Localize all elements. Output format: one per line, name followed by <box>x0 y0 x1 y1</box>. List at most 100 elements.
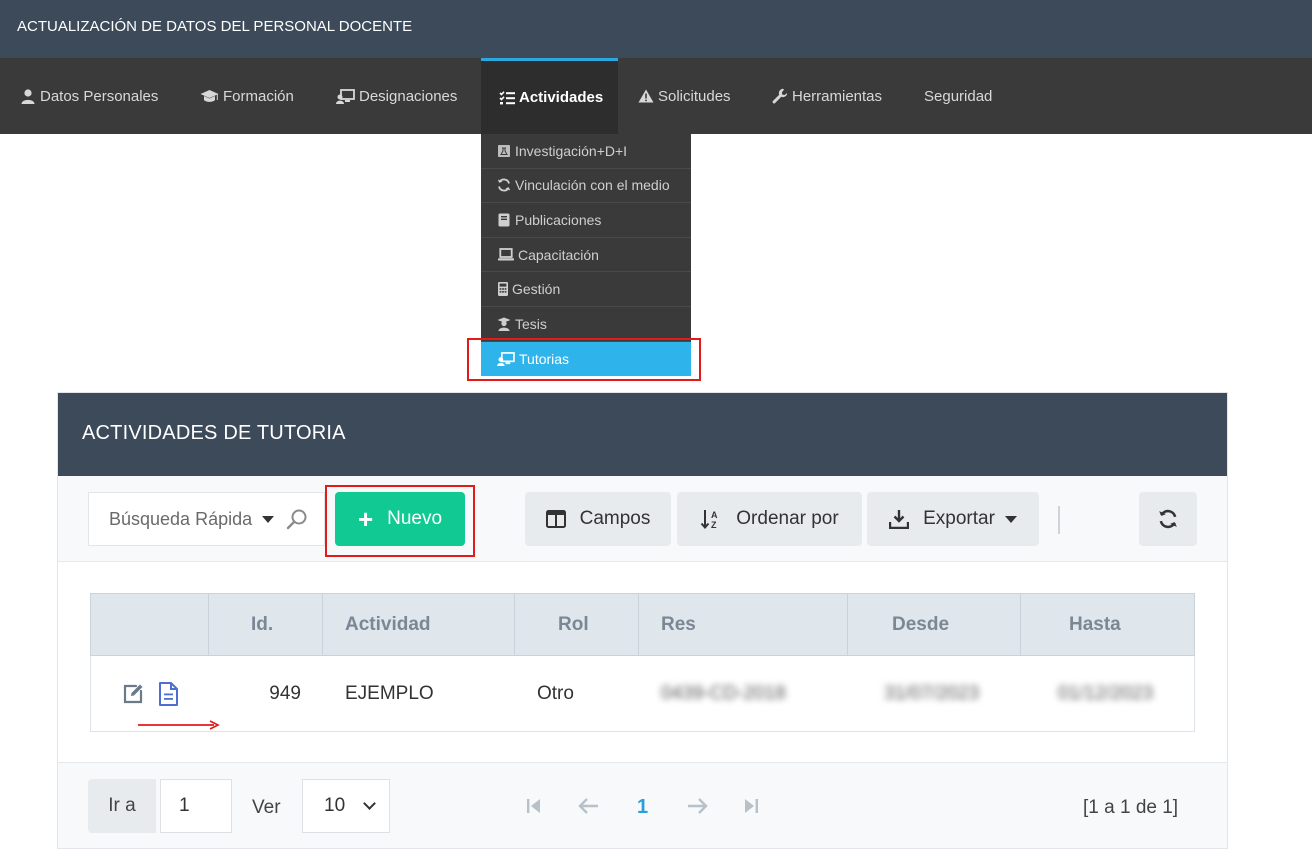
new-button-label: Nuevo <box>387 508 443 529</box>
pagination-bar: Ir a 1 Ver 10 1 [1 a 1 de 1] <box>58 762 1227 848</box>
menu-item-label: Tutorias <box>519 350 570 367</box>
goto-page-button[interactable]: Ir a <box>88 779 156 833</box>
svg-text:Z: Z <box>711 520 717 529</box>
nav-label: Actividades <box>519 89 604 106</box>
menu-item-label: Publicaciones <box>515 211 602 228</box>
cell-res: 0439-CD-2018 <box>661 682 786 704</box>
refresh-button[interactable] <box>1139 492 1197 546</box>
column-header-rol[interactable]: Rol <box>515 594 639 655</box>
book-icon <box>497 213 511 227</box>
table-header-row: Id. Actividad Rol Res Desde Hasta <box>90 593 1195 656</box>
edit-icon[interactable] <box>121 682 145 706</box>
document-icon[interactable] <box>157 681 179 707</box>
pagination-info: [1 a 1 de 1] <box>1083 797 1179 818</box>
nav-formacion[interactable]: Formación <box>199 58 294 134</box>
export-button[interactable]: Exportar <box>867 492 1039 546</box>
page-size-select[interactable]: 10 <box>302 779 390 833</box>
red-arrow-annotation <box>138 720 220 730</box>
export-button-label: Exportar <box>923 508 995 529</box>
new-button[interactable]: + Nuevo <box>335 492 465 546</box>
user-icon <box>20 88 36 104</box>
nav-datos-personales[interactable]: Datos Personales <box>20 58 158 134</box>
column-header-actions <box>91 594 209 655</box>
menu-item-gestion[interactable]: Gestión <box>481 272 691 307</box>
toolbar-divider <box>1058 506 1060 534</box>
table-toolbar: + Nuevo Campos AZ Ordenar por Exportar <box>58 476 1227 562</box>
menu-item-publicaciones[interactable]: Publicaciones <box>481 203 691 238</box>
nav-label: Herramientas <box>792 87 883 105</box>
quick-search-input[interactable] <box>109 508 254 530</box>
page-size-value: 10 <box>324 795 346 816</box>
sort-button-label: Ordenar por <box>736 508 839 529</box>
refresh-icon <box>497 178 511 192</box>
warning-icon <box>638 88 654 104</box>
menu-item-label: Gestión <box>512 281 561 298</box>
user-graduate-icon <box>497 317 511 331</box>
menu-item-label: Tesis <box>515 315 547 332</box>
nav-label: Seguridad <box>924 87 993 105</box>
column-header-hasta[interactable]: Hasta <box>1021 594 1194 655</box>
search-icon[interactable] <box>286 508 308 530</box>
menu-item-tutorias[interactable]: Tutorias <box>481 341 691 377</box>
calculator-icon <box>497 282 508 297</box>
flask-icon <box>497 144 511 158</box>
main-navbar: Datos Personales Formación Designaciones… <box>0 58 1312 134</box>
page-size-label: Ver <box>252 797 281 818</box>
cell-id: 949 <box>269 682 301 704</box>
app-title: ACTUALIZACIÓN DE DATOS DEL PERSONAL DOCE… <box>0 0 1312 58</box>
nav-actividades[interactable]: Actividades <box>481 58 618 134</box>
menu-item-label: Vinculación con el medio <box>515 177 670 194</box>
first-page-icon[interactable] <box>525 794 543 818</box>
column-header-res[interactable]: Res <box>639 594 848 655</box>
plus-icon: + <box>357 504 374 534</box>
next-page-icon[interactable] <box>687 794 709 818</box>
column-header-id[interactable]: Id. <box>209 594 323 655</box>
fields-button[interactable]: Campos <box>525 492 671 546</box>
menu-item-vinculacion[interactable]: Vinculación con el medio <box>481 169 691 204</box>
table-row: 949 EJEMPLO Otro 0439-CD-2018 31/07/2023… <box>90 656 1195 732</box>
column-header-actividad[interactable]: Actividad <box>323 594 515 655</box>
chevron-down-icon <box>363 797 377 810</box>
columns-icon <box>545 510 566 528</box>
nav-label: Solicitudes <box>658 87 731 105</box>
quick-search-box <box>88 492 325 546</box>
actividades-dropdown-menu: Investigación+D+I Vinculación con el med… <box>481 134 691 377</box>
menu-item-tesis[interactable]: Tesis <box>481 307 691 342</box>
cell-desde: 31/07/2023 <box>884 682 980 704</box>
sort-amount-icon: AZ <box>700 509 722 529</box>
column-header-desde[interactable]: Desde <box>848 594 1021 655</box>
menu-item-capacitacion[interactable]: Capacitación <box>481 238 691 273</box>
download-icon <box>889 509 910 529</box>
wrench-icon <box>772 88 788 104</box>
panel-title: ACTIVIDADES DE TUTORIA <box>58 393 1227 476</box>
previous-page-icon[interactable] <box>577 794 599 818</box>
search-options-caret-icon[interactable] <box>262 515 274 523</box>
menu-item-investigacion[interactable]: Investigación+D+I <box>481 134 691 169</box>
cell-rol: Otro <box>537 682 574 704</box>
cell-hasta: 01/12/2023 <box>1058 682 1154 704</box>
last-page-icon[interactable] <box>742 794 760 818</box>
cell-actividad: EJEMPLO <box>345 682 434 704</box>
laptop-icon <box>497 248 514 262</box>
fields-button-label: Campos <box>579 508 651 529</box>
chalkboard-teacher-icon <box>497 351 515 366</box>
activities-table: Id. Actividad Rol Res Desde Hasta 949 EJ… <box>90 593 1195 732</box>
nav-label: Formación <box>223 87 294 105</box>
refresh-icon <box>1158 509 1178 529</box>
export-caret-icon <box>1004 515 1017 523</box>
nav-solicitudes[interactable]: Solicitudes <box>638 58 731 134</box>
menu-item-label: Investigación+D+I <box>515 142 628 159</box>
current-page-number[interactable]: 1 <box>637 796 648 819</box>
goto-page-input[interactable]: 1 <box>160 779 232 833</box>
nav-designaciones[interactable]: Designaciones <box>335 58 457 134</box>
nav-label: Datos Personales <box>40 87 159 105</box>
sort-button[interactable]: AZ Ordenar por <box>677 492 862 546</box>
nav-label: Designaciones <box>359 87 458 105</box>
menu-item-label: Capacitación <box>518 246 599 263</box>
svg-text:A: A <box>711 510 718 520</box>
tasks-list-icon <box>499 90 515 106</box>
chalkboard-teacher-icon <box>335 88 355 104</box>
graduation-cap-icon <box>199 88 219 104</box>
nav-seguridad[interactable]: Seguridad <box>924 58 992 134</box>
nav-herramientas[interactable]: Herramientas <box>772 58 882 134</box>
